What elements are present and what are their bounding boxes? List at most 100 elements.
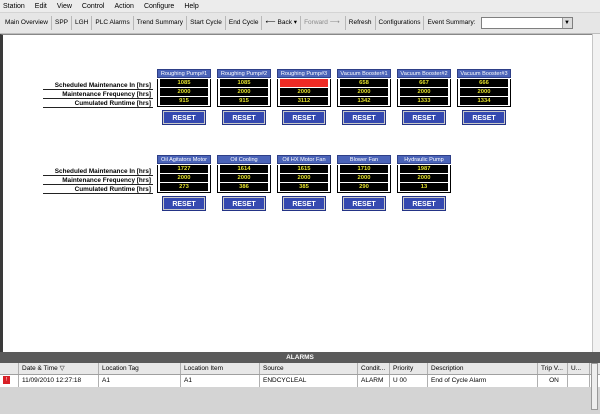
reset-button[interactable]: RESET (222, 196, 266, 211)
column-header-date-time[interactable]: Date & Time ▽ (19, 363, 99, 374)
panel1-row-labels: Scheduled Maintenance In [hrs] Maintenan… (43, 81, 153, 108)
scheduled-maintenance-value: 1614 (220, 165, 268, 173)
column-header-trip-value[interactable]: Trip V... (538, 363, 568, 374)
alarm-cell-source: ENDCYCLEAL (260, 375, 358, 387)
maintenance-frequency-value: 2000 (400, 88, 448, 96)
reset-button[interactable]: RESET (222, 110, 266, 125)
refresh-button[interactable]: Refresh (346, 16, 376, 30)
start-cycle-button[interactable]: Start Cycle (187, 16, 226, 30)
spp-button[interactable]: SPP (52, 16, 72, 30)
cumulated-runtime-value: 1334 (460, 97, 508, 105)
column-vacuum-booster-3: Vacuum Booster#3 666 2000 1334 RESET (457, 69, 511, 125)
reset-button[interactable]: RESET (462, 110, 506, 125)
column-blower-fan: Blower Fan 1710 2000 290 RESET (337, 155, 391, 211)
panel2-row-labels: Scheduled Maintenance In [hrs] Maintenan… (43, 167, 153, 194)
scheduled-maintenance-value: 658 (340, 79, 388, 87)
scheduled-maintenance-value: 1710 (340, 165, 388, 173)
reset-button[interactable]: RESET (342, 110, 386, 125)
event-summary-select[interactable]: ▼ (480, 17, 573, 29)
alarms-empty-area (0, 387, 600, 414)
value-group: 1085 2000 915 (157, 79, 211, 107)
cumulated-runtime-value: 386 (220, 183, 268, 191)
frame-scrollbar[interactable] (592, 34, 600, 352)
back-button[interactable]: ⟵ Back ▾ (262, 16, 302, 30)
menu-help[interactable]: Help (184, 3, 198, 10)
column-header: Oil Cooling (217, 155, 271, 164)
reset-button[interactable]: RESET (282, 196, 326, 211)
column-hydraulic-pump: Hydraulic Pump 1987 2000 13 RESET (397, 155, 451, 211)
column-oil-cooling: Oil Cooling 1614 2000 386 RESET (217, 155, 271, 211)
alarm-cell-description: End of Cycle Alarm (428, 375, 538, 387)
alarm-row[interactable]: ! 11/09/2010 12:27:18 A1 A1 ENDCYCLEAL A… (0, 375, 600, 387)
reset-button[interactable]: RESET (402, 110, 446, 125)
configurations-button[interactable]: Configurations (376, 16, 425, 30)
maintenance-frequency-value: 2000 (220, 88, 268, 96)
cumulated-runtime-value: 915 (160, 97, 208, 105)
value-group: 1614 2000 386 (217, 165, 271, 193)
maintenance-frequency-value: 2000 (220, 174, 268, 182)
column-header-priority[interactable]: Priority (390, 363, 428, 374)
menu-view[interactable]: View (57, 3, 72, 10)
column-header-u[interactable]: U... (568, 363, 590, 374)
reset-button[interactable]: RESET (342, 196, 386, 211)
reset-button[interactable]: RESET (162, 110, 206, 125)
chevron-down-icon[interactable]: ▼ (561, 18, 572, 28)
scheduled-maintenance-value: 1615 (280, 165, 328, 173)
reset-button[interactable]: RESET (282, 110, 326, 125)
cumulated-runtime-value: 290 (340, 183, 388, 191)
value-group: 1615 2000 385 (277, 165, 331, 193)
column-header: Blower Fan (337, 155, 391, 164)
maintenance-frequency-value: 2000 (340, 174, 388, 182)
label-scheduled-maintenance: Scheduled Maintenance In [hrs] (43, 167, 153, 176)
column-oil-agitators-motor: Oil Agitators Motor 1727 2000 273 RESET (157, 155, 211, 211)
maintenance-frequency-value: 2000 (280, 174, 328, 182)
alarms-title: ALARMS (0, 352, 600, 363)
value-group: 1987 2000 13 (397, 165, 451, 193)
maintenance-frequency-value: 2000 (160, 174, 208, 182)
column-header-source[interactable]: Source (260, 363, 358, 374)
scheduled-maintenance-value: 1085 (220, 79, 268, 87)
end-cycle-button[interactable]: End Cycle (226, 16, 263, 30)
scheduled-maintenance-value: 666 (460, 79, 508, 87)
alarm-cell-priority: U 00 (390, 375, 428, 387)
reset-button[interactable]: RESET (162, 196, 206, 211)
column-header-label: Date & Time (22, 365, 58, 372)
sort-icon: ▽ (59, 365, 65, 372)
plc-alarms-button[interactable]: PLC Alarms (92, 16, 134, 30)
column-vacuum-booster-2: Vacuum Booster#2 667 2000 1333 RESET (397, 69, 451, 125)
column-roughing-pump-1: Roughing Pump#1 1085 2000 915 RESET (157, 69, 211, 125)
column-header-description[interactable]: Description (428, 363, 538, 374)
alarm-cell-date-time: 11/09/2010 12:27:18 (19, 375, 99, 387)
reset-button[interactable]: RESET (402, 196, 446, 211)
lgh-button[interactable]: LGH (72, 16, 93, 30)
trend-summary-button[interactable]: Trend Summary (134, 16, 188, 30)
menu-control[interactable]: Control (82, 3, 105, 10)
alarm-cell-u (568, 375, 590, 387)
cumulated-runtime-value: 13 (400, 183, 448, 191)
menu-configure[interactable]: Configure (144, 3, 174, 10)
column-header: Vacuum Booster#1 (337, 69, 391, 78)
menu-edit[interactable]: Edit (35, 3, 47, 10)
back-arrow-icon: ⟵ (265, 19, 276, 26)
label-maintenance-frequency: Maintenance Frequency [hrs] (43, 90, 153, 99)
column-vacuum-booster-1: Vacuum Booster#1 658 2000 1342 RESET (337, 69, 391, 125)
scheduled-maintenance-value: 1085 (160, 79, 208, 87)
menu-station[interactable]: Station (3, 3, 25, 10)
menu-bar: Station Edit View Control Action Configu… (0, 0, 600, 13)
cumulated-runtime-value: 1342 (340, 97, 388, 105)
alarms-scrollbar[interactable] (591, 363, 598, 410)
column-header-location-tag[interactable]: Location Tag (99, 363, 181, 374)
column-header-condition[interactable]: Condit... (358, 363, 390, 374)
maintenance-frequency-value: 2000 (280, 88, 328, 96)
main-overview-button[interactable]: Main Overview (2, 16, 52, 30)
column-header-location-item[interactable]: Location Item (181, 363, 260, 374)
column-header: Oil Agitators Motor (157, 155, 211, 164)
cumulated-runtime-value: 1333 (400, 97, 448, 105)
forward-button[interactable]: Forward ⟶ (301, 16, 346, 30)
menu-action[interactable]: Action (114, 3, 133, 10)
column-roughing-pump-2: Roughing Pump#2 1085 2000 915 RESET (217, 69, 271, 125)
alarm-cell-condition: ALARM (358, 375, 390, 387)
label-cumulated-runtime: Cumulated Runtime [hrs] (43, 99, 153, 108)
value-group: 1710 2000 290 (337, 165, 391, 193)
label-cumulated-runtime: Cumulated Runtime [hrs] (43, 185, 153, 194)
